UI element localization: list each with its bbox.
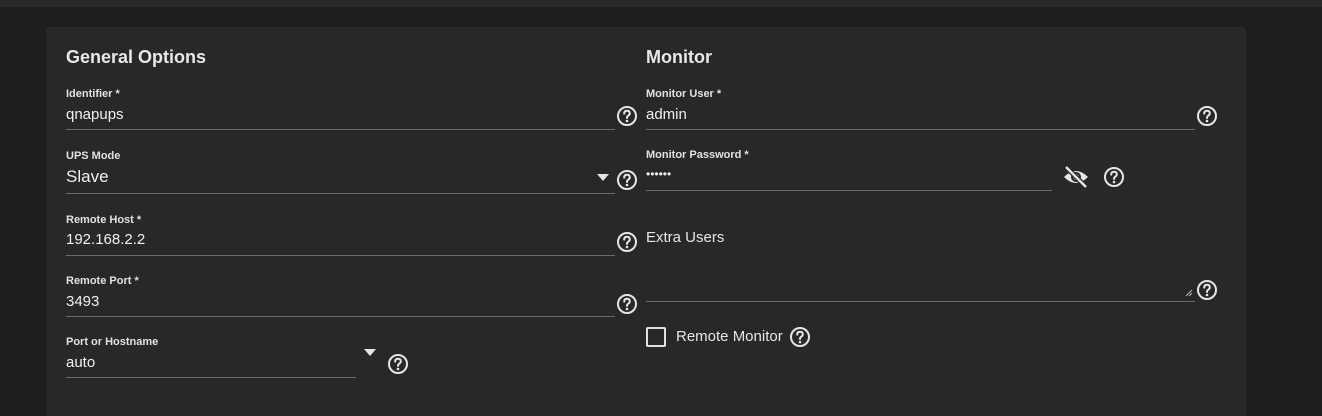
settings-card: General Options Identifier * qnapups UPS… [46,27,1246,416]
port-or-hostname-help-icon[interactable] [387,353,409,375]
remote-monitor-help-icon[interactable] [789,326,811,348]
remote-monitor-checkbox[interactable] [646,327,666,347]
top-bar [0,0,1322,7]
remote-host-help-icon[interactable] [616,231,638,253]
caret-down-icon[interactable] [364,349,376,356]
ups-mode-help-icon[interactable] [616,169,638,191]
remote-port-underline [66,316,615,317]
monitor-title: Monitor [646,47,712,67]
general-options-title: General Options [66,47,207,67]
remote-host-label: Remote Host * [66,214,142,226]
port-or-hostname-label: Port or Hostname [66,336,159,348]
ups-mode-label: UPS Mode [66,150,121,162]
identifier-underline [66,129,615,130]
resize-handle-icon[interactable] [1185,289,1193,297]
monitor-user-underline [646,129,1195,130]
remote-port-label: Remote Port * [66,275,139,287]
monitor-user-help-icon[interactable] [1196,105,1218,127]
ups-mode-underline [66,193,615,194]
ups-mode-select[interactable]: Slave [66,167,586,191]
remote-host-input[interactable]: 192.168.2.2 [66,231,606,253]
monitor-user-input[interactable]: admin [646,106,1186,128]
eye-off-icon[interactable] [1062,165,1090,189]
monitor-password-label: Monitor Password * [646,149,749,161]
extra-users-textarea[interactable] [646,253,1186,299]
monitor-password-help-icon[interactable] [1103,166,1125,188]
remote-port-help-icon[interactable] [616,293,638,315]
monitor-user-label: Monitor User * [646,88,722,100]
remote-monitor-label[interactable]: Remote Monitor [676,328,783,345]
caret-down-icon[interactable] [597,174,609,181]
extra-users-label: Extra Users [646,229,725,246]
identifier-label: Identifier * [66,88,120,100]
extra-users-help-icon[interactable] [1196,279,1218,301]
monitor-password-underline [646,190,1052,191]
extra-users-underline [646,301,1195,302]
port-or-hostname-underline [66,377,356,378]
port-or-hostname-select[interactable]: auto [66,354,346,376]
remote-port-input[interactable]: 3493 [66,293,606,315]
identifier-help-icon[interactable] [616,105,638,127]
remote-host-underline [66,255,615,256]
identifier-input[interactable]: qnapups [66,106,606,128]
monitor-password-input[interactable]: •••••• [646,167,1046,189]
